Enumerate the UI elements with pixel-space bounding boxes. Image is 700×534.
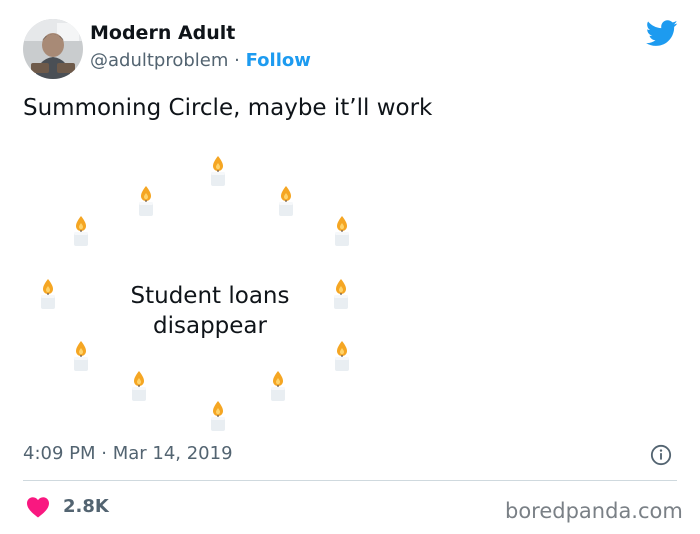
candle-icon <box>207 400 229 432</box>
candle-icon <box>70 215 92 247</box>
watermark: boredpanda.com <box>505 499 683 523</box>
candle-icon <box>70 340 92 372</box>
author-name[interactable]: Modern Adult <box>90 22 235 44</box>
handle-separator: · <box>234 50 240 71</box>
avatar-image <box>23 19 83 79</box>
media-caption-line-2: disappear <box>153 313 267 339</box>
candle-icon <box>330 278 352 310</box>
avatar[interactable] <box>23 19 83 79</box>
candle-icon <box>135 185 157 217</box>
media-caption: Student loans disappear <box>100 281 320 341</box>
candle-icon <box>267 370 289 402</box>
tweet-text: Summoning Circle, maybe it’ll work <box>23 95 433 121</box>
candle-icon <box>37 278 59 310</box>
like-count: 2.8K <box>63 496 109 517</box>
author-handle[interactable]: @adultproblem <box>90 50 228 71</box>
divider <box>23 480 677 481</box>
heart-icon[interactable] <box>26 496 50 518</box>
info-icon[interactable] <box>650 444 672 466</box>
tweet-timestamp[interactable]: 4:09 PM · Mar 14, 2019 <box>23 443 233 464</box>
media-caption-line-1: Student loans <box>130 283 290 309</box>
follow-button[interactable]: Follow <box>246 50 311 71</box>
candle-icon <box>331 215 353 247</box>
candle-icon <box>128 370 150 402</box>
candle-icon <box>207 155 229 187</box>
twitter-bird-icon[interactable] <box>646 20 678 47</box>
candle-icon <box>331 340 353 372</box>
author-handle-row: @adultproblem · Follow <box>90 50 311 71</box>
candle-icon <box>275 185 297 217</box>
